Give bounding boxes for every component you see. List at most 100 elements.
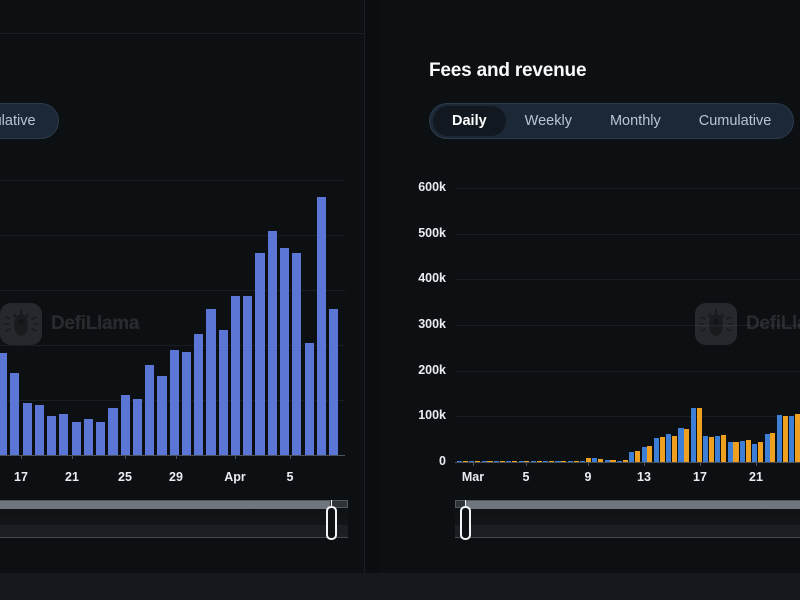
left-data-zoom-preview bbox=[0, 508, 348, 538]
x-axis-tick-mark bbox=[235, 455, 236, 459]
x-axis-tick-mark bbox=[290, 455, 291, 459]
bar bbox=[0, 353, 8, 455]
gridline bbox=[455, 416, 800, 417]
bar bbox=[230, 295, 241, 455]
tab-cumulative-right[interactable]: Cumulative bbox=[680, 106, 791, 136]
right-data-zoom-handle-stem bbox=[464, 500, 466, 506]
left-data-zoom-track[interactable] bbox=[0, 500, 348, 509]
bar bbox=[96, 422, 106, 455]
y-axis-tick-label: 100k bbox=[418, 408, 446, 423]
x-axis-tick-mark bbox=[72, 455, 73, 459]
fees-revenue-plot bbox=[455, 180, 800, 467]
left-data-zoom-selection[interactable] bbox=[0, 501, 331, 509]
y-axis-tick-label: 500k bbox=[418, 225, 446, 240]
app-root: Cumulative bbox=[0, 0, 800, 600]
x-axis-tick-mark bbox=[700, 462, 701, 466]
bar bbox=[71, 422, 81, 455]
y-axis-tick-label: 0 bbox=[439, 454, 446, 468]
tab-monthly[interactable]: Monthly bbox=[591, 106, 680, 136]
bar bbox=[243, 295, 253, 455]
bar bbox=[641, 446, 647, 462]
gridline bbox=[455, 325, 800, 326]
gridline bbox=[0, 235, 345, 236]
bar bbox=[292, 252, 302, 455]
left-chart-data-zoom[interactable] bbox=[0, 500, 348, 540]
bar bbox=[304, 343, 314, 455]
bar bbox=[659, 436, 665, 462]
x-axis-tick-label: Mar bbox=[461, 470, 485, 484]
bar bbox=[34, 405, 44, 455]
x-axis-tick-label: 13 bbox=[637, 470, 651, 484]
bar bbox=[721, 434, 727, 462]
right-data-zoom-selection[interactable] bbox=[465, 501, 800, 509]
fees-revenue-title: Fees and revenue bbox=[429, 60, 587, 81]
bar bbox=[206, 308, 216, 455]
x-axis-tick-label: 29 bbox=[169, 470, 183, 484]
bar bbox=[157, 375, 167, 455]
page-bottom-strip bbox=[0, 573, 800, 600]
bar bbox=[758, 442, 764, 462]
bar bbox=[678, 427, 684, 462]
y-axis-tick-label: 200k bbox=[418, 362, 446, 377]
bar bbox=[708, 436, 714, 462]
right-data-zoom-preview-shade bbox=[455, 525, 800, 537]
bar bbox=[47, 416, 57, 455]
bar bbox=[132, 399, 143, 455]
x-axis-tick-mark bbox=[21, 455, 22, 459]
tab-daily[interactable]: Daily bbox=[433, 106, 506, 136]
tab-weekly[interactable]: Weekly bbox=[506, 106, 591, 136]
x-axis-tick-mark bbox=[644, 462, 645, 466]
right-data-zoom-handle-left[interactable] bbox=[459, 506, 471, 540]
x-axis-line bbox=[0, 455, 345, 456]
left-data-zoom-handle-right[interactable] bbox=[326, 506, 338, 540]
right-data-zoom-track[interactable] bbox=[455, 500, 800, 509]
fees-revenue-data-zoom[interactable] bbox=[455, 500, 800, 540]
tab-cumulative-left[interactable]: Cumulative bbox=[0, 106, 55, 136]
fees-revenue-tab-group[interactable]: Daily Weekly Monthly Cumulative bbox=[429, 103, 795, 139]
bar bbox=[22, 403, 32, 455]
bar bbox=[733, 441, 739, 462]
gridline bbox=[455, 371, 800, 372]
x-axis-tick-mark bbox=[756, 462, 757, 466]
bar bbox=[181, 351, 192, 455]
bar bbox=[745, 440, 751, 462]
bar bbox=[764, 433, 770, 462]
bar bbox=[635, 450, 641, 462]
left-data-zoom-handle-stem bbox=[331, 500, 333, 506]
x-axis-tick-mark bbox=[125, 455, 126, 459]
bar bbox=[696, 408, 702, 462]
bar bbox=[59, 413, 69, 455]
left-chart-tab-group[interactable]: Cumulative bbox=[0, 103, 59, 139]
y-axis-tick-label: 400k bbox=[418, 271, 446, 286]
bar bbox=[629, 451, 635, 462]
x-axis-tick-label: 21 bbox=[65, 470, 79, 484]
bar bbox=[671, 435, 678, 462]
bar bbox=[727, 442, 733, 462]
x-axis-tick-label: Apr bbox=[224, 470, 246, 484]
bar bbox=[255, 252, 265, 455]
gridline bbox=[0, 180, 345, 181]
gridline bbox=[455, 234, 800, 235]
bar bbox=[789, 416, 795, 462]
y-axis-tick-label: 600k bbox=[418, 180, 446, 194]
bar bbox=[770, 432, 776, 462]
bar bbox=[108, 407, 118, 455]
x-axis-line bbox=[455, 462, 800, 463]
bar bbox=[10, 373, 20, 455]
gridline bbox=[455, 188, 800, 189]
bar bbox=[145, 364, 155, 455]
bar bbox=[666, 433, 672, 462]
bar bbox=[267, 231, 277, 455]
x-axis-tick-label: 21 bbox=[749, 470, 763, 484]
x-axis-tick-mark bbox=[526, 462, 527, 466]
bar bbox=[120, 394, 130, 455]
x-axis-tick-label: 9 bbox=[584, 470, 592, 484]
left-data-zoom-preview-shade bbox=[0, 525, 348, 537]
bar bbox=[653, 438, 659, 462]
bar bbox=[83, 418, 93, 455]
bar bbox=[776, 414, 782, 462]
bar bbox=[279, 248, 290, 455]
left-chart-plot bbox=[0, 180, 364, 467]
bar bbox=[739, 440, 746, 462]
bar bbox=[752, 443, 758, 462]
